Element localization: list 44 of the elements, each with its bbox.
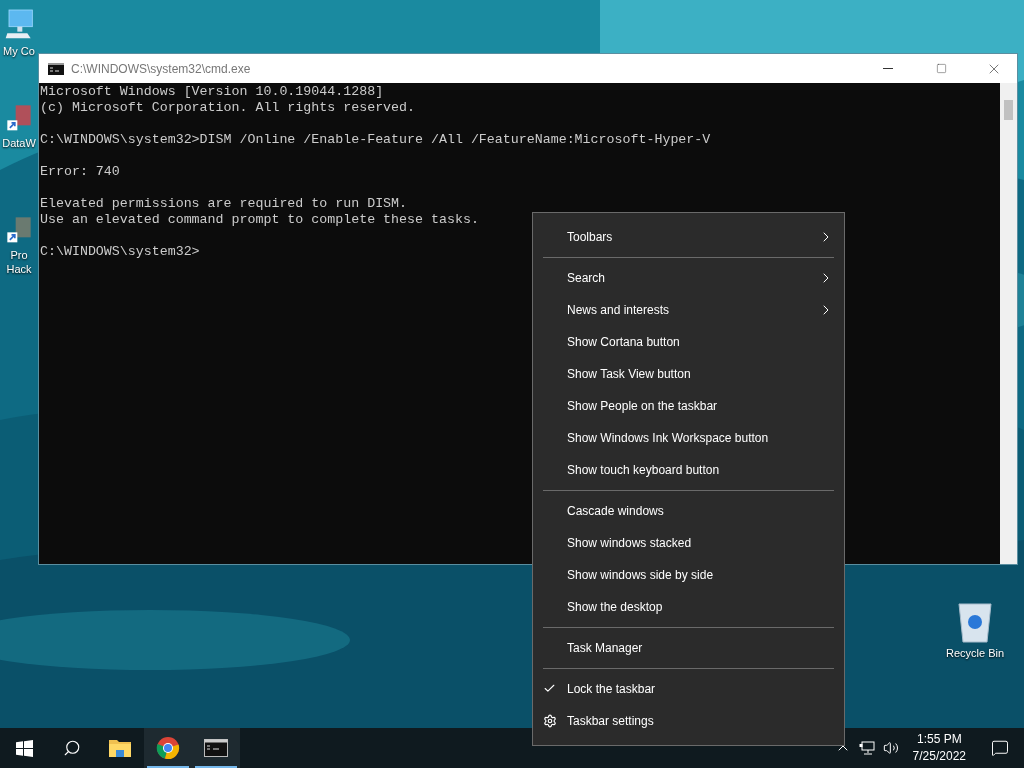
menu-item[interactable]: Task Manager: [533, 632, 844, 664]
menu-item[interactable]: Show windows side by side: [533, 559, 844, 591]
menu-item[interactable]: Show the desktop: [533, 591, 844, 623]
console-line: Use an elevated command prompt to complete these tasks.: [40, 212, 480, 228]
menu-item[interactable]: Show Windows Ink Workspace button: [533, 422, 844, 454]
windows-logo-icon: [15, 739, 33, 757]
console-line: Microsoft Windows [Version 10.0.19044.1288]: [40, 84, 385, 100]
menu-item[interactable]: Show People on the taskbar: [533, 390, 844, 422]
menu-item[interactable]: Show touch keyboard button: [533, 454, 844, 486]
terminal-icon: [204, 739, 228, 757]
menu-item[interactable]: Show Cortana button: [533, 326, 844, 358]
menu-item[interactable]: Lock the taskbar: [533, 673, 844, 705]
search-icon: [63, 739, 81, 757]
taskbar-app-button[interactable]: [192, 728, 240, 768]
notification-icon: [991, 739, 1009, 757]
console-line: (c) Microsoft Corporation. All rights reserved.: [40, 100, 417, 116]
icon-label: My Co: [3, 44, 35, 58]
speaker-icon: [882, 740, 899, 756]
monitor-icon: [858, 740, 875, 756]
menu-item[interactable]: Toolbars: [533, 221, 844, 253]
menu-item[interactable]: Show Task View button: [533, 358, 844, 390]
console-line: Elevated permissions are required to run DISM.: [40, 196, 409, 212]
icon-label: Pro Hack: [6, 248, 32, 276]
browser-icon: [156, 736, 180, 760]
window-title: C:\WINDOWS\system32\cmd.exe: [71, 61, 252, 76]
menu-item[interactable]: Taskbar settings: [533, 705, 844, 737]
menu-item[interactable]: Cascade windows: [533, 495, 844, 527]
console-line: Error: 740: [40, 164, 121, 180]
icon-label: Recycle Bin: [945, 646, 1005, 660]
recycle-bin-icon[interactable]: [955, 600, 995, 644]
icon-label: DataW: [2, 136, 36, 150]
menu-item[interactable]: News and interests: [533, 294, 844, 326]
scrollbar[interactable]: [1000, 83, 1017, 564]
settings-icon: [543, 714, 557, 728]
folder-icon: [108, 738, 132, 758]
taskbar-app-button[interactable]: [144, 728, 192, 768]
clock[interactable]: 1:55 PM 7/25/2022: [902, 731, 976, 765]
minimize-icon: [883, 68, 893, 69]
menu-item[interactable]: Show windows stacked: [533, 527, 844, 559]
console-line: C:\WINDOWS\system32>DISM /Online /Enable-Feature /All /FeatureName:Microsoft-Hyper-V: [40, 132, 712, 148]
terminal-icon: [48, 62, 64, 75]
console-line: C:\WINDOWS\system32>: [40, 244, 201, 260]
menu-item[interactable]: Search: [533, 262, 844, 294]
maximize-icon: [935, 63, 947, 74]
